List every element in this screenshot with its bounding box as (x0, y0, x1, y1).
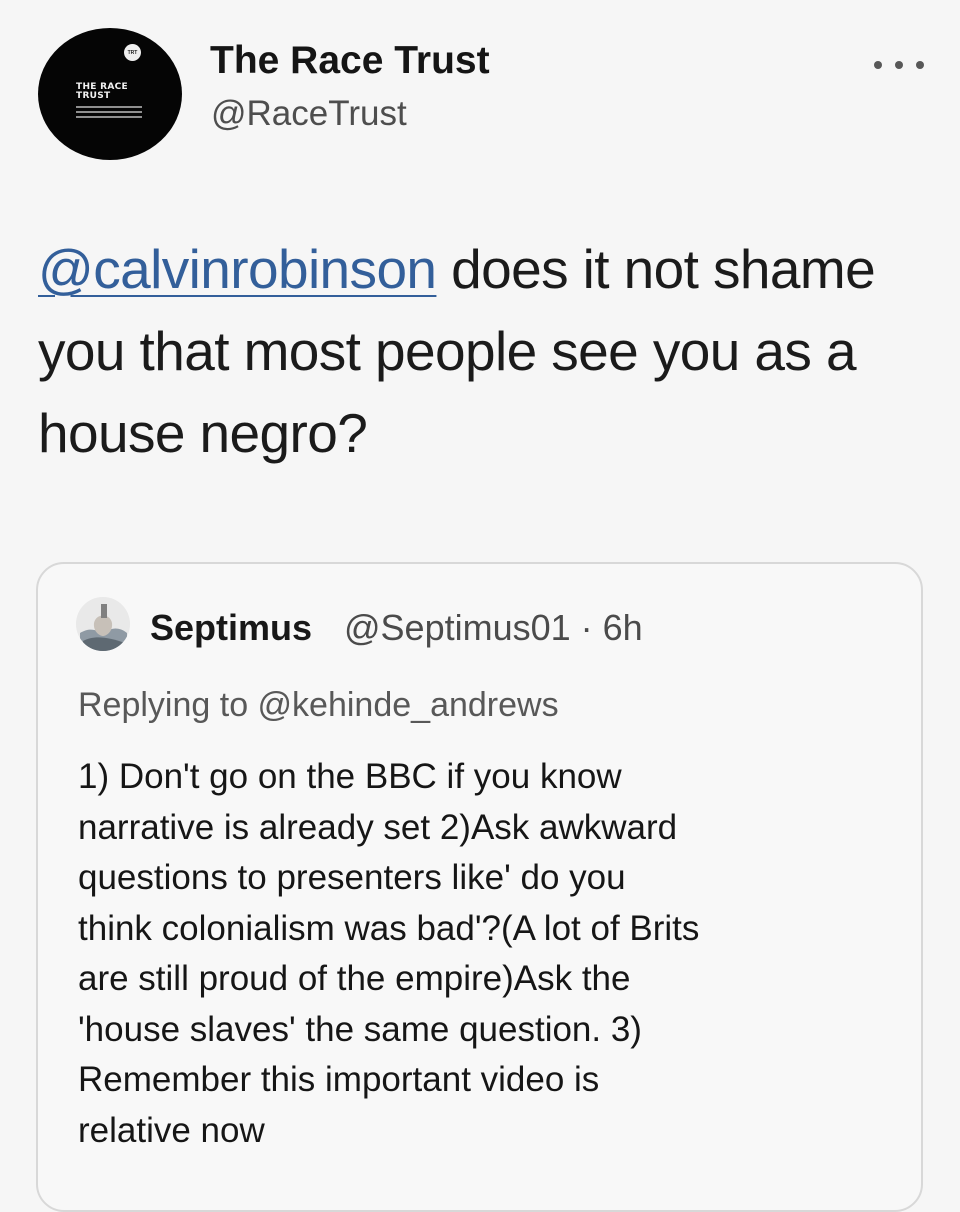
quote-line: narrative is already set 2)Ask awkward (78, 807, 678, 847)
quoted-tweet-text: 1) Don't go on the BBC if you know narra… (78, 752, 888, 1156)
quote-line: 'house slaves' the same question. 3) (78, 1009, 642, 1049)
trt-badge: TRT (124, 44, 141, 61)
quote-line: questions to presenters like' do you (78, 858, 626, 897)
race-trust-logo-text: THE RACE TRUST (76, 83, 148, 101)
quoted-author-handle-time[interactable]: @Septimus01 · 6h (344, 607, 643, 649)
quote-line: think colonialism was bad'?(A lot of Bri… (78, 908, 700, 948)
more-dot (895, 61, 903, 69)
tweet-text: @calvinrobinson does it not shame you th… (38, 228, 898, 474)
more-dot (874, 61, 882, 69)
quote-line: relative now (78, 1110, 265, 1150)
more-options-icon[interactable] (874, 56, 924, 74)
quote-line: 1) Don't go on the BBC if you know (78, 757, 622, 796)
mention-link-calvinrobinson[interactable]: @calvinrobinson (38, 238, 437, 300)
tweet-screenshot: TRT THE RACE TRUST The Race Trust @RaceT… (0, 0, 960, 1212)
logo-small-text-lines (76, 106, 142, 121)
race-trust-avatar[interactable]: TRT THE RACE TRUST (38, 28, 182, 160)
reply-context[interactable]: Replying to @kehinde_andrews (78, 684, 559, 726)
logo-line-decoration (76, 106, 142, 108)
quoted-tweet-card[interactable]: Septimus @Septimus01 · 6h Replying to @k… (36, 562, 923, 1212)
septimus-avatar-image (76, 597, 130, 651)
author-display-name[interactable]: The Race Trust (210, 39, 490, 83)
quoted-author-name[interactable]: Septimus (150, 607, 312, 649)
more-dot (916, 61, 924, 69)
logo-line-trust: TRUST (76, 91, 111, 101)
septimus-avatar[interactable] (76, 597, 130, 651)
author-handle[interactable]: @RaceTrust (211, 94, 407, 134)
logo-line-decoration (76, 116, 142, 118)
quote-line: are still proud of the empire)Ask the (78, 959, 631, 998)
quote-line: Remember this important video is (78, 1060, 600, 1099)
logo-line-decoration (76, 111, 142, 113)
